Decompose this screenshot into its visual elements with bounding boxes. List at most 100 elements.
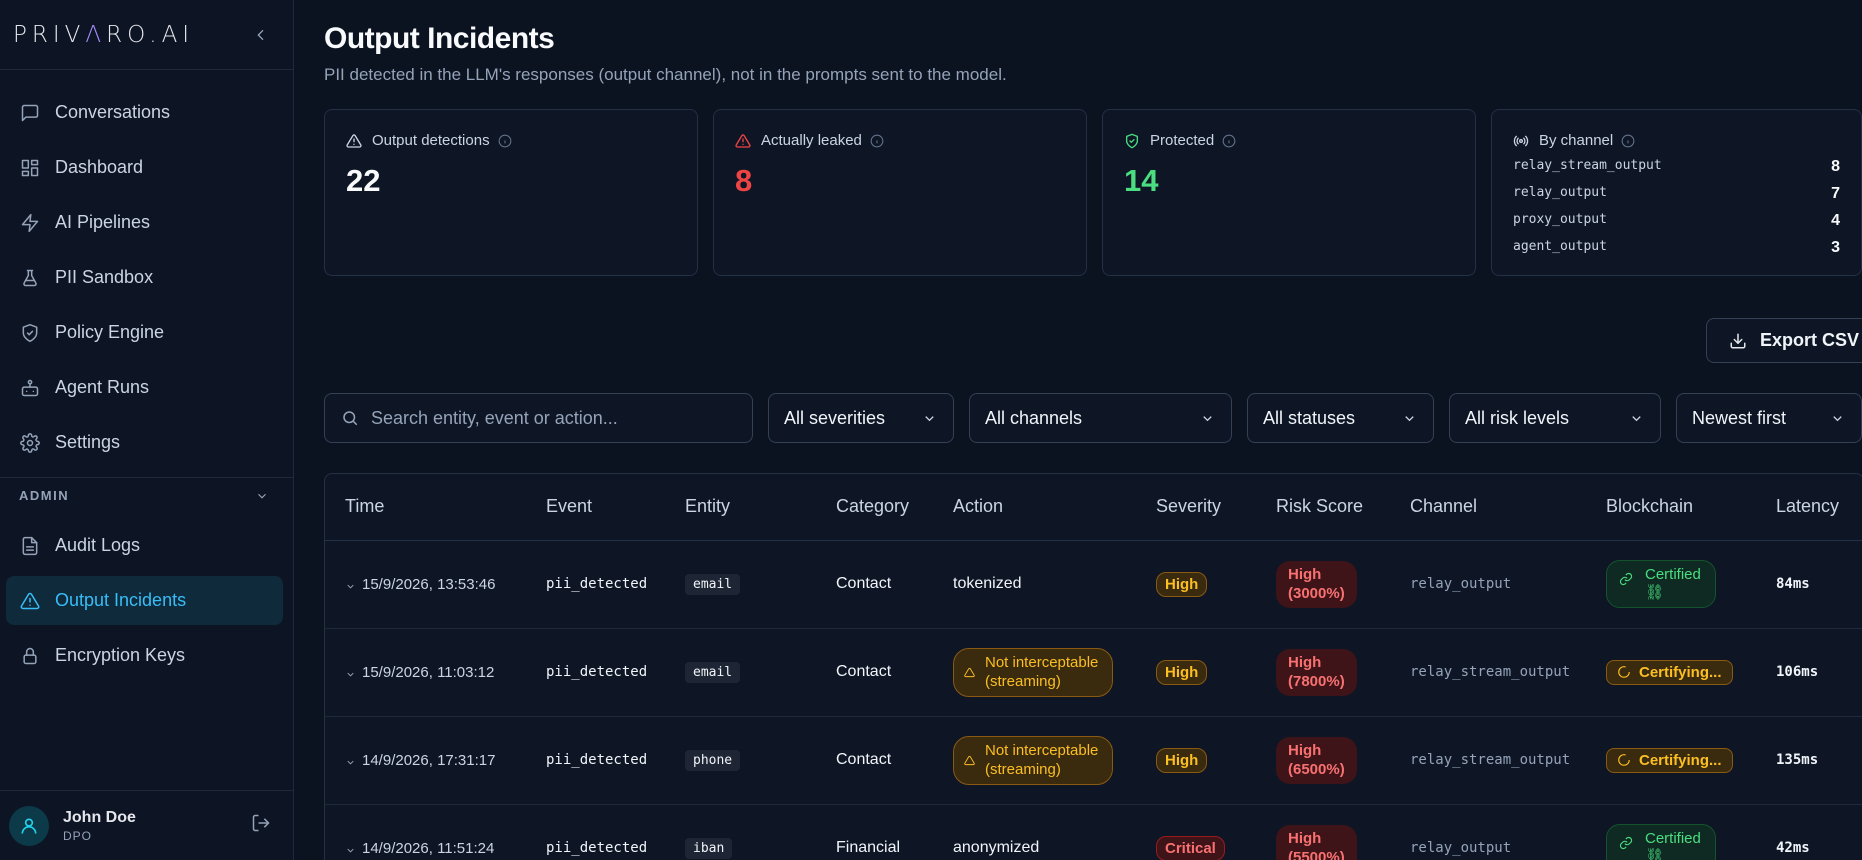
- sidebar-item-settings[interactable]: Settings: [6, 418, 283, 467]
- gear-icon: [20, 432, 40, 453]
- spinner-icon: [1618, 666, 1630, 678]
- main-content: Output Incidents PII detected in the LLM…: [294, 0, 1862, 860]
- action-cell: anonymized: [933, 804, 1136, 860]
- event-cell: pii_detected: [526, 628, 665, 717]
- info-icon[interactable]: [1222, 134, 1236, 148]
- col-latency[interactable]: Latency: [1756, 474, 1862, 541]
- event-cell: pii_detected: [526, 804, 665, 860]
- severity-badge: High: [1156, 747, 1208, 773]
- severity-badge: High: [1156, 659, 1208, 685]
- info-icon[interactable]: [498, 134, 512, 148]
- entity-cell: phone: [665, 716, 816, 805]
- table-row[interactable]: 15/9/2026, 13:53:46 pii_detected email C…: [325, 540, 1862, 629]
- export-csv-button[interactable]: Export CSV: [1706, 318, 1862, 363]
- blockchain-cell: Certified ⛓: [1586, 804, 1756, 860]
- status-filter[interactable]: All statuses: [1247, 393, 1434, 443]
- expand-row-icon[interactable]: [345, 843, 356, 854]
- card-label: Actually leaked: [761, 132, 862, 149]
- info-icon[interactable]: [870, 134, 884, 148]
- risk-cell: High (5500%): [1256, 804, 1390, 860]
- severity-cell: High: [1136, 716, 1256, 805]
- channel-row: proxy_output 4: [1513, 212, 1840, 229]
- sidebar-item-pii-sandbox[interactable]: PII Sandbox: [6, 253, 283, 302]
- table-row[interactable]: 14/9/2026, 11:51:24 pii_detected iban Fi…: [325, 804, 1862, 860]
- col-channel[interactable]: Channel: [1390, 474, 1586, 541]
- card-label: By channel: [1539, 132, 1614, 149]
- severity-cell: High: [1136, 540, 1256, 629]
- action-cell: Not interceptable (streaming): [933, 628, 1136, 717]
- table-header-row: Time Event Entity Category Action Severi…: [325, 474, 1862, 541]
- col-blockchain[interactable]: Blockchain: [1586, 474, 1756, 541]
- collapse-sidebar-button[interactable]: [251, 25, 271, 45]
- page-title: Output Incidents: [324, 22, 555, 55]
- sidebar-item-label: Policy Engine: [55, 322, 165, 342]
- certified-badge[interactable]: Certified ⛓: [1606, 824, 1716, 860]
- col-category[interactable]: Category: [816, 474, 933, 541]
- risk-cell: High (3000%): [1256, 540, 1390, 629]
- expand-row-icon[interactable]: [345, 755, 356, 766]
- event-cell: pii_detected: [526, 716, 665, 805]
- blockchain-cell: Certifying...: [1586, 628, 1756, 717]
- risk-badge: High (6500%): [1276, 736, 1357, 784]
- sidebar-item-encryption-keys[interactable]: Encryption Keys: [6, 631, 283, 680]
- channel-cell: relay_output: [1390, 804, 1586, 860]
- channel-row: relay_stream_output 8: [1513, 158, 1840, 175]
- col-event[interactable]: Event: [526, 474, 665, 541]
- channel-row: relay_output 7: [1513, 185, 1840, 202]
- channel-row: agent_output 3: [1513, 239, 1840, 256]
- sidebar-item-conversations[interactable]: Conversations: [6, 88, 283, 137]
- col-time[interactable]: Time: [325, 474, 526, 541]
- severity-filter[interactable]: All severities: [768, 393, 954, 443]
- avatar[interactable]: [9, 805, 49, 846]
- sidebar-item-output-incidents[interactable]: Output Incidents: [6, 576, 283, 625]
- user-icon: [21, 818, 37, 834]
- col-severity[interactable]: Severity: [1136, 474, 1256, 541]
- flask-icon: [23, 269, 37, 286]
- action-cell: Not interceptable (streaming): [933, 716, 1136, 805]
- risk-badge: High (3000%): [1276, 560, 1357, 608]
- sidebar-item-dashboard[interactable]: Dashboard: [6, 143, 283, 192]
- risk-filter[interactable]: All risk levels: [1449, 393, 1661, 443]
- select-value: All severities: [784, 407, 886, 428]
- not-interceptable-badge: Not interceptable (streaming): [953, 647, 1114, 697]
- info-icon[interactable]: [1621, 134, 1635, 148]
- admin-section-toggle[interactable]: ADMIN: [0, 477, 293, 513]
- zap-icon: [21, 213, 39, 232]
- user-role: DPO: [63, 828, 93, 843]
- sidebar-item-audit-logs[interactable]: Audit Logs: [6, 521, 283, 570]
- user-profile: John Doe DPO: [0, 790, 293, 860]
- col-action[interactable]: Action: [933, 474, 1136, 541]
- severity-badge: High: [1156, 571, 1208, 597]
- search-input[interactable]: [371, 407, 731, 429]
- table-row[interactable]: 15/9/2026, 11:03:12 pii_detected email C…: [325, 628, 1862, 717]
- event-cell: pii_detected: [526, 540, 665, 629]
- col-entity[interactable]: Entity: [665, 474, 816, 541]
- sidebar-item-policy-engine[interactable]: Policy Engine: [6, 308, 283, 357]
- alert-triangle-icon: [20, 592, 40, 609]
- sidebar-item-agent-runs[interactable]: Agent Runs: [6, 363, 283, 412]
- logo: PRIVΛRO.AI: [13, 21, 195, 48]
- expand-row-icon[interactable]: [345, 667, 356, 678]
- select-value: Newest first: [1692, 407, 1787, 428]
- logout-button[interactable]: [251, 813, 271, 838]
- latency-cell: 106ms: [1756, 628, 1862, 717]
- chevron-down-icon: [1203, 415, 1212, 421]
- table-row[interactable]: 14/9/2026, 17:31:17 pii_detected phone C…: [325, 716, 1862, 805]
- sidebar-item-ai-pipelines[interactable]: AI Pipelines: [6, 198, 283, 247]
- not-interceptable-badge: Not interceptable (streaming): [953, 735, 1114, 785]
- search-box[interactable]: [324, 393, 753, 443]
- alert-triangle-icon: [346, 133, 362, 148]
- col-risk-score[interactable]: Risk Score: [1256, 474, 1390, 541]
- certifying-badge: Certifying...: [1606, 747, 1733, 773]
- channel-cell: relay_output: [1390, 540, 1586, 629]
- blockchain-cell: Certified ⛓: [1586, 540, 1756, 629]
- sort-select[interactable]: Newest first: [1676, 393, 1862, 443]
- alert-triangle-icon: [735, 133, 751, 148]
- certified-badge[interactable]: Certified ⛓: [1606, 560, 1716, 608]
- time-cell: 14/9/2026, 17:31:17: [325, 716, 526, 805]
- expand-row-icon[interactable]: [345, 579, 356, 590]
- channel-filter[interactable]: All channels: [969, 393, 1232, 443]
- shield-check-icon: [1126, 133, 1138, 148]
- user-info: John Doe DPO: [63, 809, 251, 843]
- brand-bar: PRIVΛRO.AI: [0, 0, 293, 70]
